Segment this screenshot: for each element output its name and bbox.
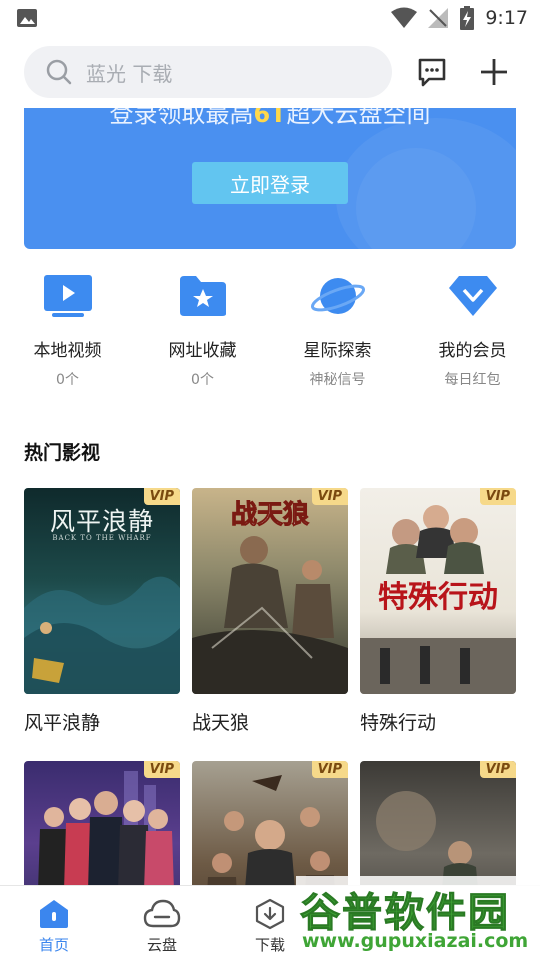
signal-off-icon xyxy=(428,8,449,28)
watermark: 谷普软件园 www.gupuxiazai.com xyxy=(296,876,540,960)
cloud-icon xyxy=(143,899,181,928)
download-icon xyxy=(255,898,285,930)
movie-poster[interactable]: 风平浪静 BACK TO THE WHARF VIP xyxy=(24,488,180,694)
vip-badge: VIP xyxy=(311,488,348,505)
wifi-icon xyxy=(391,7,418,28)
quick-entries: 本地视频 0个 网址收藏 0个 星际探索 神秘信号 我的会员 每日红包 xyxy=(0,264,540,394)
movie-title: 战天狼 xyxy=(192,712,250,734)
vip-badge: VIP xyxy=(143,761,180,778)
watermark-url: www.gupuxiazai.com xyxy=(302,930,529,952)
message-button[interactable] xyxy=(414,54,450,90)
diamond-icon xyxy=(448,276,497,316)
home-icon xyxy=(40,900,68,928)
image-icon xyxy=(17,9,37,27)
movie-poster[interactable]: 战天狼 VIP xyxy=(192,488,348,694)
movie-card[interactable]: 特殊行动 VIP 特殊行动 xyxy=(360,488,516,735)
movie-title: 特殊行动 xyxy=(360,712,437,734)
login-banner[interactable]: 登录领取最高6T超大云盘空间 立即登录 xyxy=(24,108,516,249)
vip-badge: VIP xyxy=(311,761,348,778)
message-icon xyxy=(418,58,446,87)
search-placeholder: 蓝光 下载 xyxy=(86,61,173,86)
add-button[interactable] xyxy=(476,54,512,90)
quick-entry-explore[interactable]: 星际探索 神秘信号 xyxy=(270,264,405,394)
battery-charging-icon xyxy=(460,6,475,30)
quick-entry-local-video[interactable]: 本地视频 0个 xyxy=(0,264,135,394)
search-input[interactable]: 蓝光 下载 xyxy=(24,46,392,98)
header: 蓝光 下载 xyxy=(0,36,540,108)
movie-poster[interactable]: 特殊行动 VIP xyxy=(360,488,516,694)
movie-card[interactable]: 风平浪静 BACK TO THE WHARF VIP 风平浪静 xyxy=(24,488,180,735)
login-button[interactable]: 立即登录 xyxy=(192,162,348,204)
clock: 9:17 xyxy=(485,7,528,29)
search-icon xyxy=(46,59,72,85)
movie-card[interactable]: 战天狼 VIP 战天狼 xyxy=(192,488,348,735)
status-bar: 9:17 xyxy=(0,0,540,36)
nav-home[interactable]: 首页 xyxy=(0,886,108,960)
vip-badge: VIP xyxy=(479,761,516,778)
movie-title: 风平浪静 xyxy=(24,712,101,734)
banner-title: 登录领取最高6T超大云盘空间 xyxy=(109,108,431,128)
plus-icon xyxy=(481,59,507,85)
video-icon xyxy=(43,275,92,317)
quick-entry-bookmarks[interactable]: 网址收藏 0个 xyxy=(135,264,270,394)
section-title: 热门影视 xyxy=(24,442,101,464)
quick-entry-membership[interactable]: 我的会员 每日红包 xyxy=(405,264,540,394)
nav-cloud[interactable]: 云盘 xyxy=(108,886,216,960)
planet-icon xyxy=(310,278,365,314)
vip-badge: VIP xyxy=(143,488,180,505)
vip-badge: VIP xyxy=(479,488,516,505)
star-folder-icon xyxy=(179,276,226,316)
